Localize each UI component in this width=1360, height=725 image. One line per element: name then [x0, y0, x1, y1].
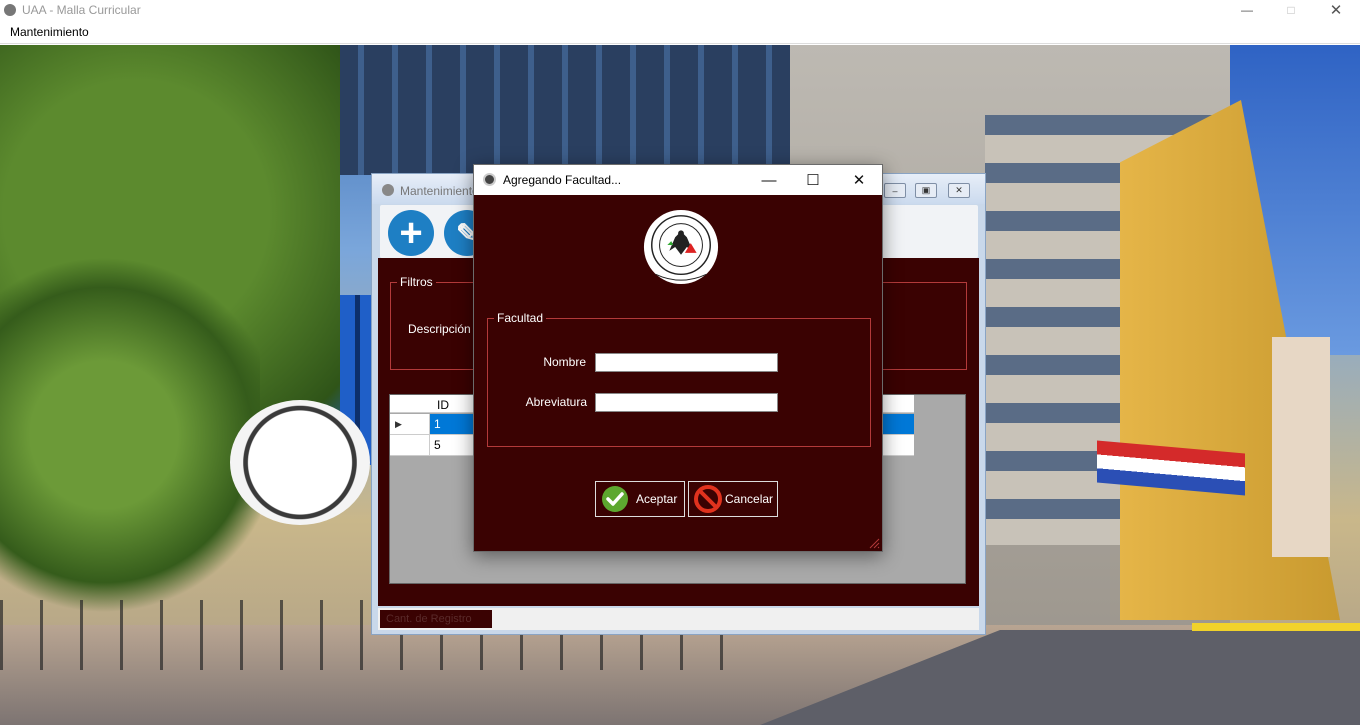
dialog-title: Agregando Facultad... [503, 173, 622, 187]
far-tower [1272, 337, 1330, 557]
menu-mantenimiento[interactable]: Mantenimiento [10, 25, 89, 39]
filters-group-label: Filtros [397, 275, 436, 289]
cancel-button[interactable]: Cancelar [688, 481, 778, 517]
university-seal-logo [643, 209, 719, 285]
faculty-group: Facultad Nombre Abreviatura [487, 311, 871, 447]
tree [0, 245, 260, 625]
maintenance-window-title: Mantenimiento [400, 184, 479, 198]
close-icon[interactable]: ✕ [1313, 0, 1359, 20]
grid-column-id[interactable]: ID [437, 398, 449, 412]
add-faculty-dialog: Agregando Facultad... — ☐ ✕ Facultad Nom… [473, 164, 883, 552]
record-count-label: Cant. de Registro [380, 610, 492, 628]
nombre-field[interactable] [595, 353, 778, 372]
child-close-icon[interactable]: ✕ [948, 183, 970, 198]
prohibited-icon [693, 484, 723, 514]
window-logo-icon [382, 184, 394, 196]
checkmark-icon [600, 484, 630, 514]
app-titlebar: UAA - Malla Curricular — □ ✕ [0, 0, 1360, 20]
faculty-group-label: Facultad [494, 311, 547, 325]
add-icon[interactable]: + [388, 210, 434, 256]
abreviatura-field[interactable] [595, 393, 778, 412]
cancel-label: Cancelar [725, 492, 774, 506]
app-logo-icon [4, 4, 16, 16]
glass-building [330, 45, 800, 175]
row-selector-icon[interactable]: ▶ [390, 414, 430, 435]
status-bar: Cant. de Registro [378, 608, 979, 630]
child-restore-icon[interactable]: ▣ [915, 183, 937, 198]
child-minimize-icon[interactable]: – [884, 183, 906, 198]
minimize-icon[interactable]: — [1224, 0, 1270, 20]
abreviatura-label: Abreviatura [525, 395, 587, 409]
accept-button[interactable]: Aceptar [595, 481, 685, 517]
yellow-curb [1192, 623, 1360, 631]
dialog-close-icon[interactable]: ✕ [844, 169, 874, 191]
maximize-icon[interactable]: □ [1268, 0, 1314, 20]
dialog-minimize-icon[interactable]: — [754, 169, 784, 191]
dialog-logo-icon [483, 173, 496, 186]
accept-label: Aceptar [636, 492, 678, 506]
row-header[interactable] [390, 435, 430, 456]
dialog-maximize-icon[interactable]: ☐ [798, 169, 828, 191]
dialog-titlebar: Agregando Facultad... — ☐ ✕ [474, 165, 882, 195]
wall-seal [230, 400, 370, 525]
app-title: UAA - Malla Curricular [22, 3, 141, 17]
nombre-label: Nombre [543, 355, 586, 369]
description-label: Descripción [408, 322, 471, 336]
resize-grip-icon[interactable] [868, 537, 880, 549]
menubar: Mantenimiento [0, 20, 1360, 44]
